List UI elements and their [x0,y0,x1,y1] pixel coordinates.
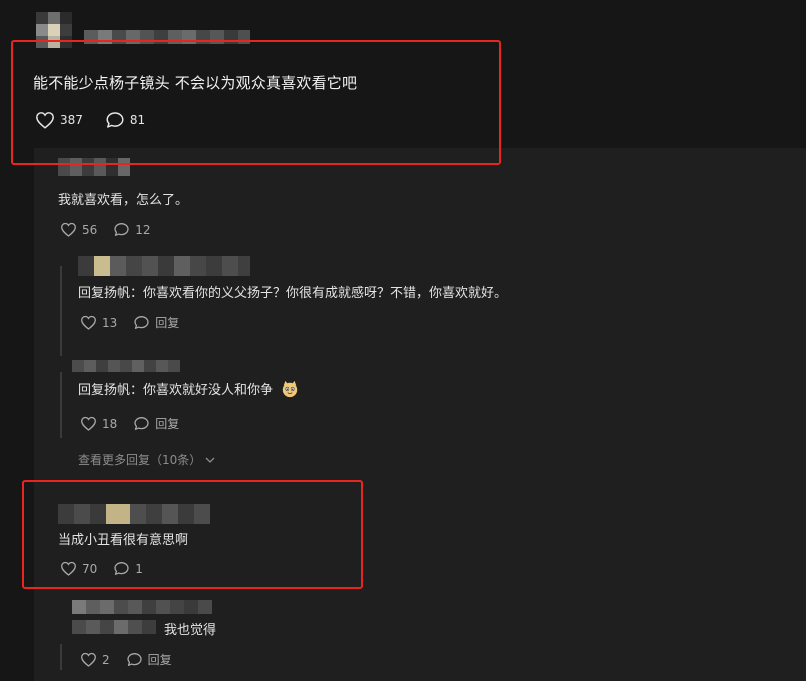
heart-icon [81,416,96,431]
like-count: 2 [102,652,110,667]
chevron-down-icon [205,457,215,463]
like-count: 18 [102,416,118,431]
thread-guide-line [60,372,62,438]
reply-count: 12 [135,222,151,237]
highlight-box-main-comment [11,40,501,165]
reply-label: 回复 [155,316,180,330]
username-redacted[interactable] [72,620,156,634]
reply-text: 我就喜欢看，怎么了。 [58,193,189,208]
comment-bubble-icon [127,653,142,666]
username-redacted[interactable] [78,256,250,276]
sub-reply-text: 回复扬帆：你喜欢看你的义父扬子？你很有成就感呀？不错，你喜欢就好。 [78,286,508,301]
comment-bubble-icon [134,417,149,430]
reply-actions: 2 回复 [80,651,188,668]
thread-guide-line [60,266,62,356]
heart-icon [81,652,96,667]
heart-icon [81,315,96,330]
like-button[interactable]: 56 [60,222,97,237]
reply-button[interactable]: 回复 [126,651,172,668]
like-button[interactable]: 13 [80,315,117,330]
like-count: 56 [82,222,98,237]
reply-actions: 56 12 [60,222,167,237]
reply-button[interactable]: 回复 [133,314,179,331]
sub-reply-text: 回复扬帆：你喜欢就好没人和你争 [78,379,299,398]
thread-guide-line [60,644,62,670]
like-count: 13 [102,315,118,330]
view-more-replies-label: 查看更多回复（10条） [78,453,202,467]
comment-thread-page: 能不能少点杨子镜头 不会以为观众真喜欢看它吧 387 81 我就喜欢看，怎么了。… [0,0,806,681]
reply-button[interactable]: 12 [113,222,151,237]
username-redacted[interactable] [72,360,180,372]
reply-button[interactable]: 回复 [133,415,179,432]
username-redacted[interactable] [72,600,212,614]
heart-icon [61,222,76,237]
view-more-replies-link[interactable]: 查看更多回复（10条） [78,451,215,468]
highlight-box-reply [22,480,363,589]
cat-face-emoji-icon [282,380,298,398]
reply-text: 我也觉得 [164,623,217,638]
sub-reply-text-content: 回复扬帆：你喜欢就好没人和你争 [78,383,274,398]
sub-reply-actions: 18 回复 [80,415,195,432]
reply-label: 回复 [155,417,180,431]
reply-label: 回复 [147,653,172,667]
comment-bubble-icon [114,223,129,236]
comment-bubble-icon [134,316,149,329]
like-button[interactable]: 2 [80,652,110,667]
like-button[interactable]: 18 [80,416,117,431]
sub-reply-actions: 13 回复 [80,314,195,331]
